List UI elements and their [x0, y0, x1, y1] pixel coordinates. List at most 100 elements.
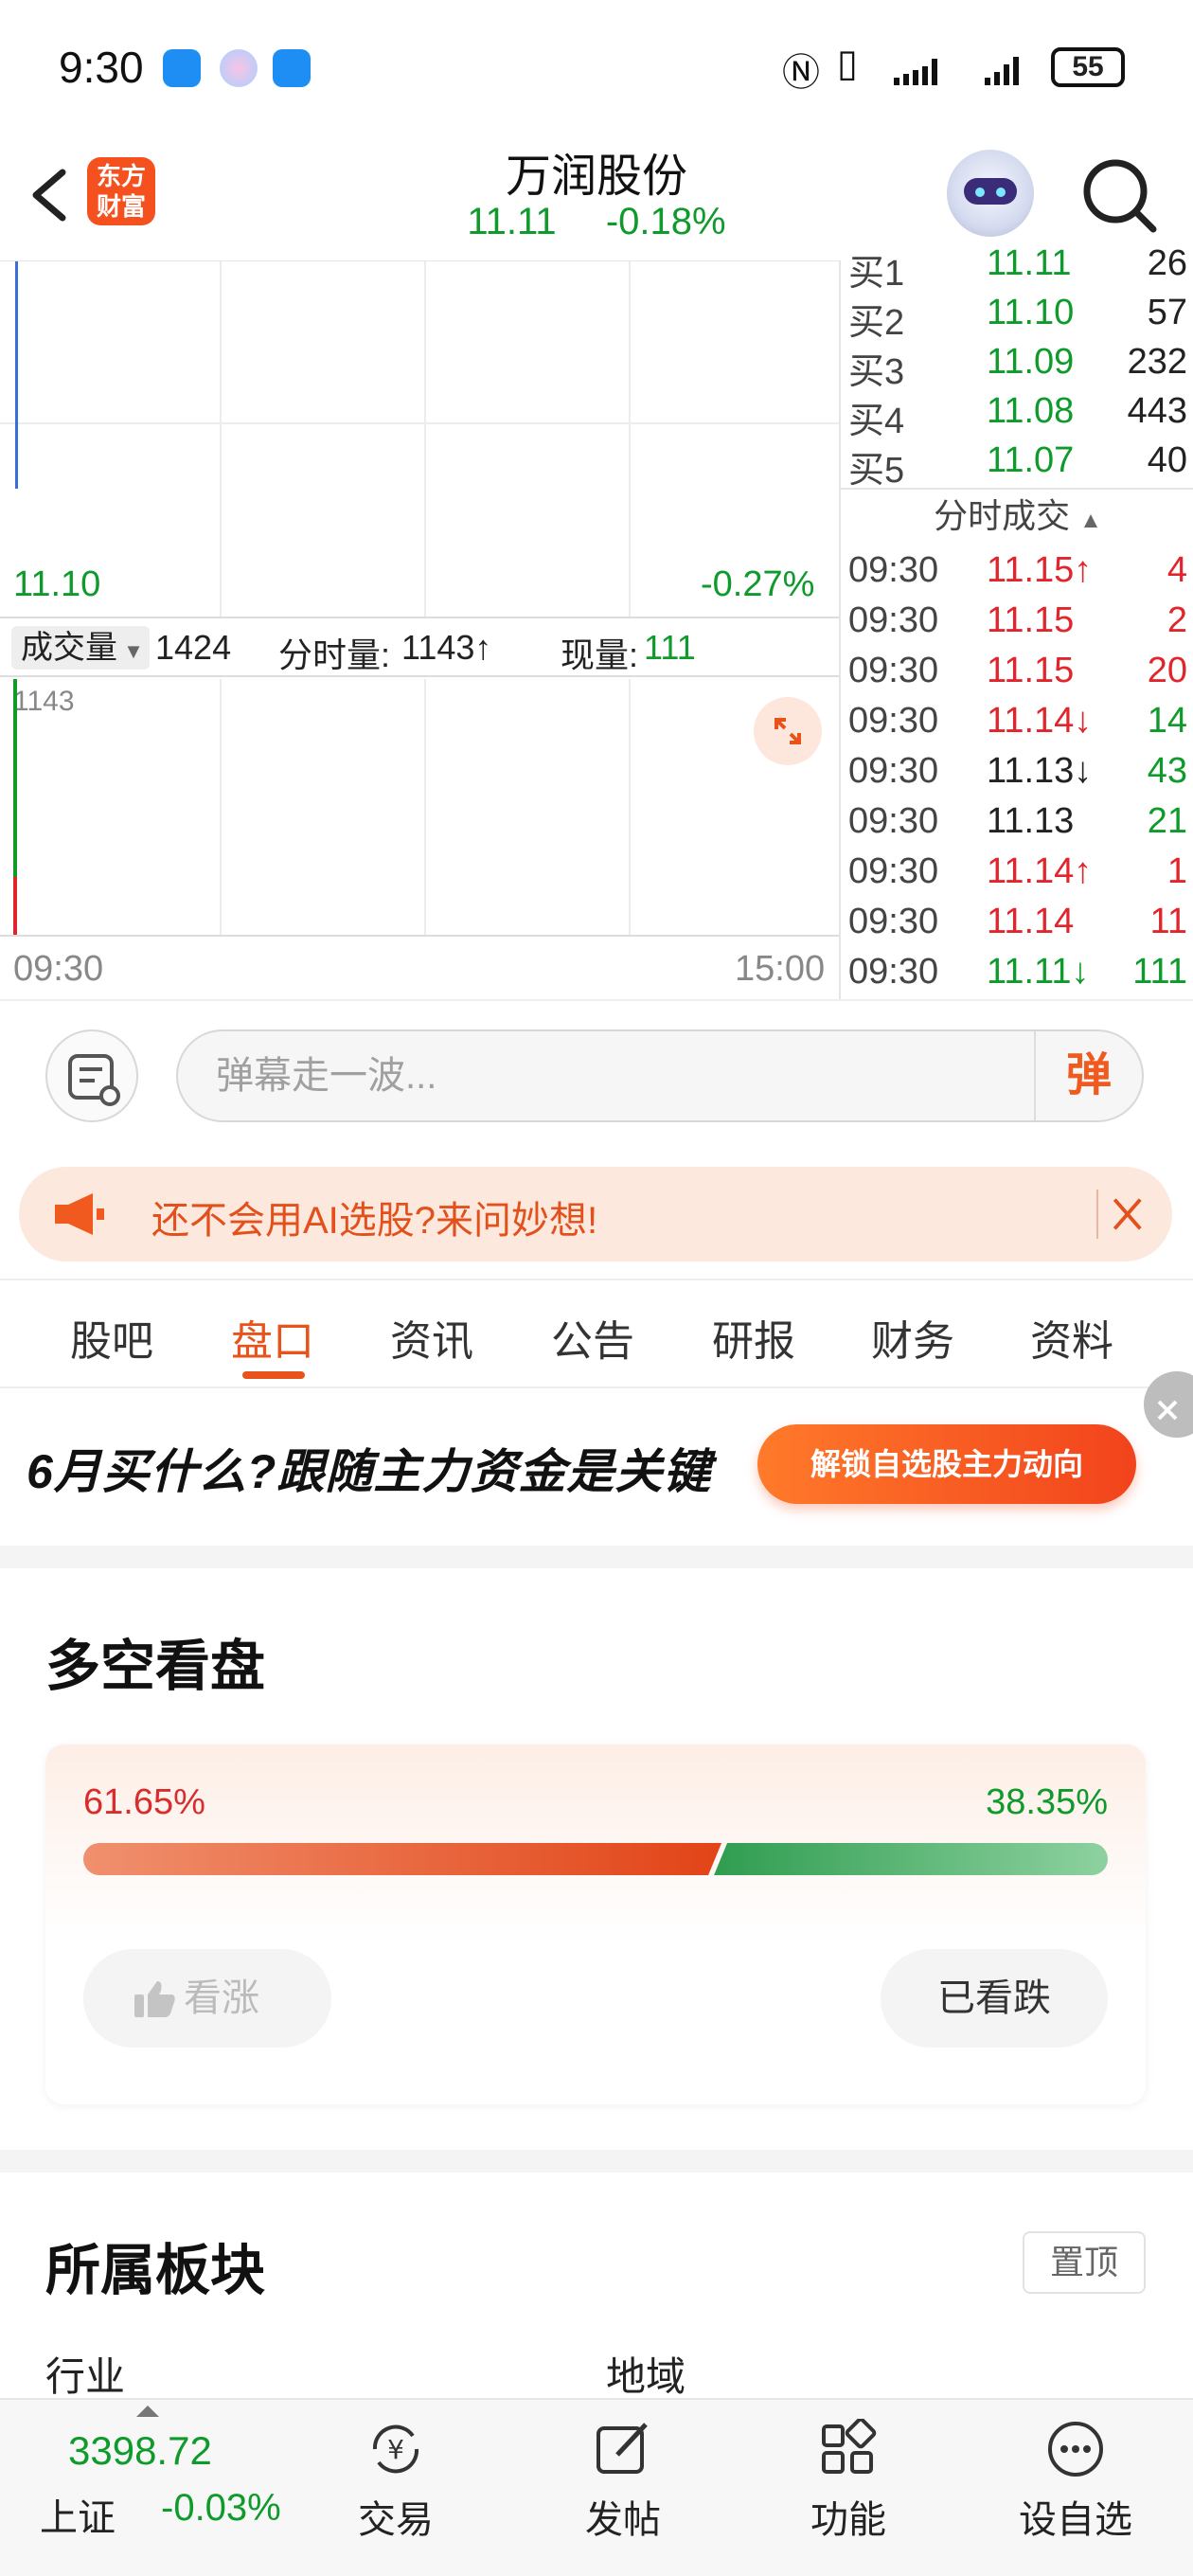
tick-time: 09:30: [848, 851, 939, 891]
tick-price: 11.13↓: [987, 751, 1093, 791]
bull-bar: [83, 1843, 721, 1875]
sector-title: 所属板块: [45, 2240, 266, 2301]
close-icon[interactable]: [1096, 1190, 1146, 1239]
expand-chart-button[interactable]: [754, 697, 822, 765]
tick-time: 09:30: [848, 751, 939, 791]
tab-announcements[interactable]: 公告: [551, 1307, 634, 1368]
bid-row: 买2 11.10 57: [841, 293, 1193, 343]
tick-row: 09:30 11.14↓ 14: [841, 701, 1193, 751]
message-app-icon: [163, 49, 201, 87]
volume-value: 1424: [155, 628, 232, 667]
danmaku-input[interactable]: 弹幕走一波...: [176, 1029, 1144, 1122]
close-icon: [1157, 1400, 1178, 1421]
ai-promo-text: 还不会用AI选股?来问妙想!: [151, 1200, 598, 1242]
ad-close-button[interactable]: [1144, 1371, 1193, 1438]
bid-price: 11.07: [987, 440, 1075, 480]
volume-selector-label: 成交量: [21, 630, 117, 666]
tick-volume: 21: [1147, 801, 1187, 841]
minute-volume-label: 分时量:: [278, 635, 391, 674]
ad-headline: 6月买什么?跟随主力资金是关键: [27, 1445, 712, 1498]
bear-bar: [714, 1843, 1108, 1875]
ad-cta-button[interactable]: 解锁自选股主力动向: [757, 1424, 1136, 1504]
tick-volume: 14: [1147, 701, 1187, 741]
tab-pankou[interactable]: 盘口: [231, 1307, 314, 1368]
tick-price: 11.14↓: [987, 701, 1093, 741]
index-value: 3398.72: [68, 2428, 212, 2473]
tick-row: 09:30 11.15 20: [841, 651, 1193, 701]
current-volume-label: 现量:: [561, 635, 639, 674]
tick-volume: 43: [1147, 751, 1187, 791]
order-book-panel[interactable]: 买1 11.11 26 买2 11.10 57 买3 11.09 232 买4 …: [839, 243, 1193, 999]
status-bar: 9:30 Ⓝ ▯ 55: [0, 0, 1193, 133]
sentiment-title: 多空看盘: [45, 1636, 266, 1697]
sentiment-bar: [83, 1843, 1108, 1875]
tab-news[interactable]: 资讯: [390, 1307, 473, 1368]
bid-label: 买4: [848, 402, 905, 441]
sector-section: 所属板块 置顶 行业 地域: [0, 2173, 1193, 2400]
tick-volume: 20: [1147, 651, 1187, 690]
pin-top-button[interactable]: 置顶: [1023, 2231, 1146, 2294]
nav-post[interactable]: 发帖: [528, 2400, 718, 2576]
tab-research[interactable]: 研报: [712, 1307, 795, 1368]
nav-features-label: 功能: [810, 2499, 886, 2541]
expand-icon: [775, 718, 801, 744]
signal-icon: [894, 57, 1019, 85]
tab-finance[interactable]: 财务: [871, 1307, 954, 1368]
status-time: 9:30: [59, 43, 144, 92]
volume-axis-max: 1143: [13, 686, 75, 717]
current-volume-value: 111: [644, 628, 696, 667]
minute-volume-value: 1143↑: [401, 628, 492, 667]
nav-features[interactable]: 功能: [754, 2400, 943, 2576]
ad-banner[interactable]: 6月买什么?跟随主力资金是关键 解锁自选股主力动向: [0, 1371, 1193, 1546]
tick-row: 09:30 11.14↑ 1: [841, 851, 1193, 902]
tab-profile[interactable]: 资料: [1030, 1307, 1113, 1368]
nfc-icon: Ⓝ: [782, 52, 820, 94]
ai-robot-avatar-icon[interactable]: [947, 150, 1034, 237]
vote-bull-button[interactable]: 看涨: [83, 1949, 331, 2048]
caret-up-icon: ▲: [1079, 508, 1102, 533]
ticks-header-label: 分时成交: [934, 496, 1071, 535]
ticks-header[interactable]: 分时成交 ▲: [841, 488, 1193, 541]
tab-guba[interactable]: 股吧: [70, 1307, 153, 1368]
trade-icon: ¥: [372, 2424, 419, 2474]
tick-time: 09:30: [848, 550, 939, 590]
nav-trade[interactable]: ¥ 交易: [301, 2400, 490, 2576]
tick-volume: 2: [1166, 600, 1187, 640]
tick-price: 11.11↓: [987, 952, 1090, 992]
tick-time: 09:30: [848, 952, 939, 992]
bull-percent: 61.65%: [83, 1782, 205, 1822]
bid-price: 11.08: [987, 391, 1075, 431]
stock-header: 东方 财富 万润股份 11.11 -0.18%: [0, 133, 1193, 260]
danmaku-settings-icon[interactable]: [45, 1029, 138, 1122]
search-icon[interactable]: [1079, 155, 1159, 235]
chat-app-icon: [273, 49, 311, 87]
active-tab-indicator: [242, 1371, 305, 1379]
vote-bull-label: 看涨: [184, 1977, 259, 2019]
bid-label: 买2: [848, 303, 905, 343]
tick-volume: 1: [1166, 851, 1187, 891]
tick-time: 09:30: [848, 701, 939, 741]
bid-volume: 26: [1147, 243, 1187, 283]
industry-label: 行业: [45, 2354, 126, 2399]
time-axis-start: 09:30: [13, 949, 104, 989]
nav-trade-label: 交易: [358, 2499, 434, 2541]
nav-add-watchlist-label: 设自选: [1019, 2499, 1132, 2541]
index-change: -0.03%: [161, 2487, 281, 2529]
volume-selector[interactable]: 成交量 ▼: [11, 626, 150, 670]
vibrate-icon: ▯: [837, 43, 859, 84]
bid-price: 11.11: [987, 243, 1072, 283]
vote-bear-button[interactable]: 已看跌: [881, 1949, 1108, 2048]
sentiment-card: 61.65% 38.35% 看涨 已看跌: [45, 1744, 1146, 2104]
assistant-app-icon: [220, 49, 258, 87]
tick-volume: 111: [1132, 952, 1187, 992]
grid-icon: [822, 2419, 877, 2474]
danmaku-send-button[interactable]: 弹: [1034, 1031, 1142, 1120]
index-name: 上证: [40, 2497, 116, 2539]
tick-row: 09:30 11.15↑ 4: [841, 550, 1193, 600]
thumbs-up-icon: [134, 1981, 175, 2017]
tick-volume: 4: [1166, 550, 1187, 590]
nav-add-watchlist[interactable]: 设自选: [981, 2400, 1170, 2576]
ai-promo-banner[interactable]: 还不会用AI选股?来问妙想!: [19, 1167, 1172, 1261]
index-ticker[interactable]: 3398.72 上证 -0.03%: [0, 2400, 303, 2576]
intraday-chart[interactable]: 11.10 -0.27% 成交量 ▼ 1424 分时量: 1143↑ 现量: 1…: [0, 260, 839, 999]
